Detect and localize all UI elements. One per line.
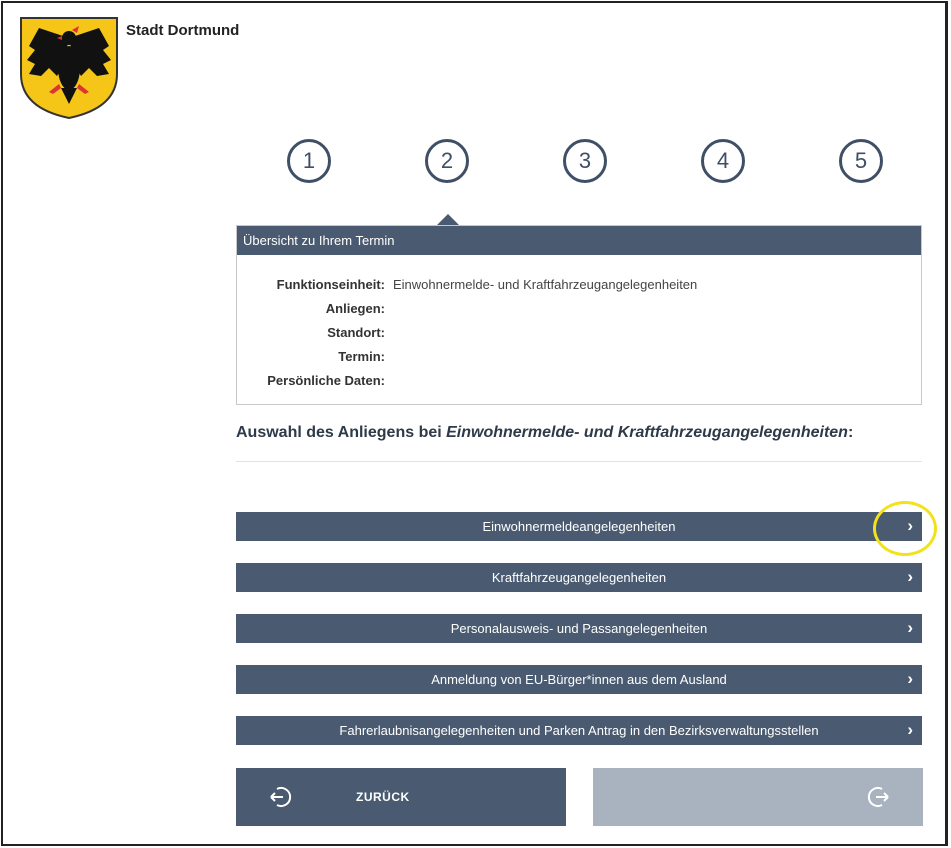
step-4: 4: [701, 139, 745, 183]
back-button[interactable]: ZURÜCK: [236, 768, 566, 826]
overview-row-termin: Termin:: [237, 344, 921, 368]
selection-heading-prefix: Auswahl des Anliegens bei: [236, 424, 447, 441]
brand-name: Stadt Dortmund: [126, 22, 240, 39]
chevron-right-icon[interactable]: ›: [907, 670, 913, 688]
choice-label: Anmeldung von EU-Bürger*innen aus dem Au…: [431, 672, 727, 687]
progress-steps: 1 2 3 4 5: [287, 139, 887, 183]
choice-fahrerlaubnis-parken[interactable]: Fahrerlaubnisangelegenheiten und Parken …: [236, 716, 922, 745]
divider: [236, 461, 922, 462]
chevron-right-icon[interactable]: ›: [907, 721, 913, 739]
highlight-circle-annotation: [873, 501, 937, 556]
choice-label: Kraftfahrzeugangelegenheiten: [491, 570, 667, 585]
next-button[interactable]: [593, 768, 923, 826]
overview-row-persoenliche-daten: Persönliche Daten:: [237, 368, 921, 392]
overview-label: Termin:: [338, 348, 385, 364]
step-5: 5: [839, 139, 883, 183]
overview-row-standort: Standort:: [237, 320, 921, 344]
step-1: 1: [287, 139, 331, 183]
overview-row-anliegen: Anliegen:: [237, 296, 921, 320]
overview-row-funktionseinheit: Funktionseinheit: Einwohnermelde- und Kr…: [237, 272, 921, 296]
step-2: 2: [425, 139, 469, 183]
next-arrow-icon: [867, 787, 889, 807]
chevron-right-icon[interactable]: ›: [907, 619, 913, 637]
choice-label: Fahrerlaubnisangelegenheiten und Parken …: [339, 723, 819, 738]
overview-label: Anliegen:: [325, 300, 385, 316]
overview-title: Übersicht zu Ihrem Termin: [237, 226, 921, 255]
choice-label: Personalausweis- und Passangelegenheiten: [450, 621, 708, 636]
dortmund-eagle-logo-icon[interactable]: [19, 16, 119, 120]
overview-value: Einwohnermelde- und Kraftfahrzeugangeleg…: [393, 276, 698, 292]
choice-personalausweis-passangelegenheiten[interactable]: Personalausweis- und Passangelegenheiten…: [236, 614, 922, 643]
selection-heading-unit: Einwohnermelde- und Kraftfahrzeugangeleg…: [446, 424, 848, 441]
back-arrow-icon: [270, 787, 292, 807]
overview-label: Funktionseinheit:: [276, 276, 385, 292]
back-button-label: ZURÜCK: [356, 790, 410, 804]
selection-heading: Auswahl des Anliegens bei Einwohnermelde…: [236, 424, 922, 442]
active-step-pointer: [437, 214, 459, 225]
choice-einwohnermeldeangelegenheiten[interactable]: Einwohnermeldeangelegenheiten ›: [236, 512, 922, 541]
overview-label: Persönliche Daten:: [267, 372, 385, 388]
appointment-overview-panel: Übersicht zu Ihrem Termin Funktionseinhe…: [236, 225, 922, 405]
choice-anmeldung-eu-buerger[interactable]: Anmeldung von EU-Bürger*innen aus dem Au…: [236, 665, 922, 694]
step-3: 3: [563, 139, 607, 183]
choice-label: Einwohnermeldeangelegenheiten: [482, 519, 676, 534]
overview-label: Standort:: [327, 324, 385, 340]
chevron-right-icon[interactable]: ›: [907, 568, 913, 586]
choice-kraftfahrzeugangelegenheiten[interactable]: Kraftfahrzeugangelegenheiten ›: [236, 563, 922, 592]
selection-heading-suffix: :: [847, 424, 854, 441]
